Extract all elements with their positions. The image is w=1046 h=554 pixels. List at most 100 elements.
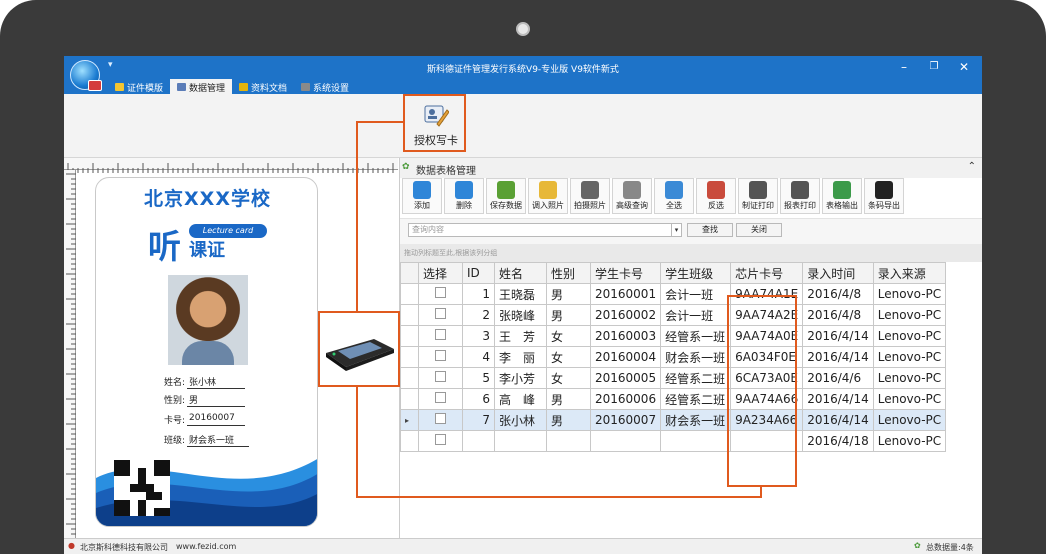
toolbar-label: 报表打印 [784, 201, 816, 210]
table-cell: 女 [546, 325, 591, 347]
toolbar-button-2[interactable]: 保存数据 [486, 178, 526, 214]
select-checkbox[interactable] [418, 430, 463, 452]
ribbon: 授权写卡 [64, 94, 982, 158]
collapse-icon[interactable]: ⌃ [968, 161, 976, 172]
toolbar-icon [497, 181, 515, 199]
toolbar-button-10[interactable]: 表格输出 [822, 178, 862, 214]
table-cell: 1 [462, 283, 495, 305]
select-checkbox[interactable] [418, 346, 463, 368]
select-checkbox[interactable] [418, 409, 463, 431]
student-photo [168, 275, 248, 365]
tab-1[interactable]: 数据管理 [170, 79, 233, 94]
toolbar-icon [665, 181, 683, 199]
column-header[interactable]: 性别 [546, 262, 591, 284]
toolbar-button-5[interactable]: 高级查询 [612, 178, 652, 214]
select-checkbox[interactable] [418, 325, 463, 347]
tab-3[interactable]: 系统设置 [294, 79, 356, 94]
column-header[interactable]: 选择 [418, 262, 463, 284]
checkbox[interactable] [435, 287, 446, 298]
toolbar-button-8[interactable]: 制证打印 [738, 178, 778, 214]
checkbox[interactable] [435, 329, 446, 340]
select-checkbox[interactable] [418, 388, 463, 410]
toolbar-icon [413, 181, 431, 199]
table-cell: 财会系一班 [660, 409, 732, 431]
select-checkbox[interactable] [418, 367, 463, 389]
toolbar-label: 全选 [666, 201, 682, 210]
tab-label: 系统设置 [313, 83, 350, 94]
table-row[interactable]: 2016/4/18 Lenovo-PC [400, 430, 947, 452]
close-search-button[interactable]: 关闭 [736, 223, 782, 237]
select-checkbox[interactable] [418, 304, 463, 326]
tab-0[interactable]: 证件模版 [108, 79, 170, 94]
toolbar-button-7[interactable]: 反选 [696, 178, 736, 214]
column-header[interactable]: 学生班级 [660, 262, 732, 284]
toolbar-button-9[interactable]: 报表打印 [780, 178, 820, 214]
restore-icon[interactable]: ❐ [920, 59, 948, 75]
toolbar-label: 制证打印 [742, 201, 774, 210]
table-cell: 女 [546, 367, 591, 389]
column-header[interactable]: 学生卡号 [589, 262, 662, 284]
card-field-number: 卡号: 20160007 [164, 413, 246, 426]
table-row[interactable]: 6高 峰男 20160006 经管系二班 9AA74A66 2016/4/14 Lenov… [400, 388, 947, 410]
table-row[interactable]: 3王 芳女 20160003 经管系一班 9AA74A0E 2016/4/14 Lenov… [400, 325, 947, 347]
horizontal-ruler [64, 158, 398, 173]
chip-column-highlight [727, 295, 797, 487]
checkbox[interactable] [435, 308, 446, 319]
table-cell: 2016/4/14 [802, 346, 874, 368]
row-indicator [400, 430, 419, 452]
column-header[interactable]: 录入时间 [802, 262, 874, 284]
table-cell: 2016/4/8 [802, 283, 874, 305]
id-card-preview[interactable]: 北京XXX学校 Lecture card 听 课证 姓名: 张小林 性别: 男 卡号… [95, 177, 318, 527]
search-input[interactable]: 查询内容 ▾ [408, 223, 682, 237]
records-icon: ✿ [914, 541, 921, 550]
data-table: 选择 ID 姓名 性别 学生卡号 学生班级 芯片卡号 录入时间 录入来源 1 王晓磊男 2016000… [400, 262, 947, 452]
column-header[interactable]: 芯片卡号 [730, 262, 804, 284]
select-checkbox[interactable] [418, 283, 463, 305]
close-icon[interactable]: ✕ [950, 59, 978, 75]
chevron-down-icon[interactable]: ▾ [671, 224, 681, 236]
toolbar-button-3[interactable]: 调入照片 [528, 178, 568, 214]
tab-icon [115, 83, 124, 91]
table-cell: Lenovo-PC [872, 304, 947, 326]
table-row[interactable]: 5 李小芳女 20160005 经管系二班 6CA73A0E 2016/4/6 Lenovo… [400, 367, 947, 389]
toolbar-button-4[interactable]: 拍摄照片 [570, 178, 610, 214]
checkbox[interactable] [435, 350, 446, 361]
toolbar-icon [581, 181, 599, 199]
group-by-hint[interactable]: 拖动列标题至此,根据该列分组 [400, 244, 982, 262]
table-cell: 李小芳 [494, 367, 547, 389]
card-title-ting: 听 [148, 227, 181, 266]
table-row[interactable]: 1 王晓磊男 20160001 会计一班 9AA74A1E 2016/4/8 Lenovo-… [400, 283, 947, 305]
table-cell: 经管系二班 [660, 388, 732, 410]
tab-2[interactable]: 资料文档 [232, 79, 294, 94]
status-bar: ● 北京斯科德科技有限公司 www.fezid.com ✿ 总数据量:4条 [64, 538, 982, 554]
table-row[interactable]: 4李 丽女 20160004 财会系一班 6A034F0E 2016/4/14 Lenov… [400, 346, 947, 368]
ribbon-tabs: 证件模版 数据管理 资料文档 系统设置 [108, 79, 356, 94]
toolbar-button-1[interactable]: 删除 [444, 178, 484, 214]
table-cell: Lenovo-PC [872, 430, 947, 452]
find-button[interactable]: 查找 [687, 223, 733, 237]
column-header[interactable]: 录入来源 [872, 262, 947, 284]
column-header[interactable]: ID [462, 262, 495, 284]
checkbox[interactable] [435, 434, 446, 445]
company-url[interactable]: www.fezid.com [176, 542, 236, 551]
column-header[interactable]: 姓名 [494, 262, 547, 284]
qr-code [114, 460, 170, 516]
card-reader-device [318, 311, 400, 387]
table-cell: 王 芳 [494, 325, 547, 347]
table-row[interactable]: 2 张晓峰男 20160002 会计一班 9AA74A2E 2016/4/8 Lenovo-… [400, 304, 947, 326]
toolbar-button-6[interactable]: 全选 [654, 178, 694, 214]
checkbox[interactable] [435, 371, 446, 382]
toolbar-button-0[interactable]: 添加 [402, 178, 442, 214]
checkbox[interactable] [435, 392, 446, 403]
minimize-icon[interactable]: – [890, 59, 918, 75]
table-row[interactable]: ▸ 7 张小林男 20160007 财会系一班 9A234A66 2016/4/14 Leno… [400, 409, 947, 431]
title-bar: ▾ 斯科德证件管理发行系统V9-专业版 V9软件新式 – ❐ ✕ 证件模版 数据管… [64, 56, 982, 94]
tab-icon [301, 83, 311, 91]
checkbox[interactable] [435, 413, 446, 424]
table-cell: 20160007 [589, 409, 662, 431]
toolbar-button-11[interactable]: 条码导出 [864, 178, 904, 214]
callout-line-vertical [356, 121, 358, 498]
row-indicator [400, 346, 419, 368]
table-cell: 7 [462, 409, 495, 431]
table-cell: 2016/4/6 [802, 367, 874, 389]
